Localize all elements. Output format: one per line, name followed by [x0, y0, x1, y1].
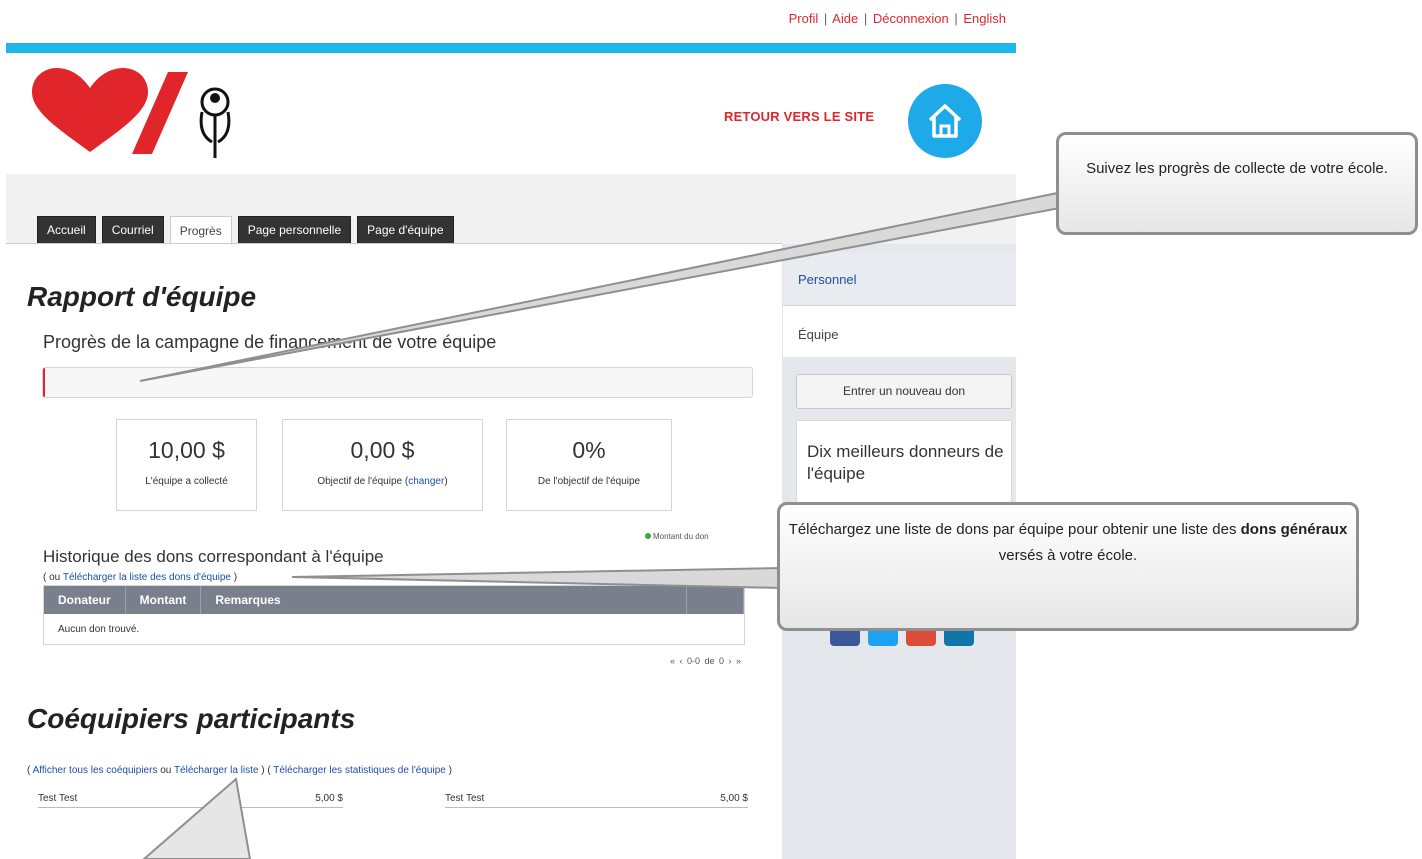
- member-name: Test Test: [445, 793, 485, 804]
- tab-courriel[interactable]: Courriel: [101, 216, 164, 243]
- download-team-donations-link[interactable]: Télécharger la liste des dons d'équipe: [63, 572, 231, 583]
- chart-legend: Montant du don: [645, 532, 709, 541]
- help-link[interactable]: Aide: [832, 11, 858, 26]
- column-header-extra: [687, 586, 744, 614]
- heart-icon: [32, 68, 148, 152]
- callout-text: Suivez les progrès de collecte de votre …: [1086, 160, 1388, 177]
- home-button[interactable]: [908, 84, 982, 158]
- new-donation-button[interactable]: Entrer un nouveau don: [796, 374, 1012, 409]
- list-item[interactable]: Test Test 5,00 $: [38, 793, 343, 808]
- list-item[interactable]: Test Test 5,00 $: [445, 793, 748, 808]
- home-icon: [928, 104, 962, 138]
- stat-value: 0%: [572, 437, 606, 463]
- change-goal-link[interactable]: changer: [408, 476, 444, 487]
- pagination[interactable]: « ‹ 0-0 de 0 › »: [670, 656, 741, 666]
- top-donors-panel: Dix meilleurs donneurs de l'équipe: [796, 420, 1012, 510]
- separator: |: [954, 11, 958, 26]
- show-all-teammates-link[interactable]: Afficher tous les coéquipiers: [33, 765, 158, 776]
- progress-fill: [43, 368, 46, 397]
- sidebar-item-personnel[interactable]: Personnel: [783, 252, 1016, 306]
- stat-percent: 0% De l'objectif de l'équipe: [506, 419, 672, 511]
- stat-label: Objectif de l'équipe (changer): [317, 476, 448, 487]
- column-header-remarques[interactable]: Remarques: [201, 586, 687, 614]
- stat-value: 10,00 $: [148, 437, 225, 463]
- column-header-donateur[interactable]: Donateur: [44, 586, 126, 614]
- member-name: Test Test: [38, 793, 78, 804]
- table-row: Aucun don trouvé.: [58, 624, 140, 635]
- campaign-progress-heading: Progrès de la campagne de financement de…: [43, 332, 497, 352]
- tab-page-equipe[interactable]: Page d'équipe: [357, 216, 454, 243]
- member-amount: 5,00 $: [315, 793, 343, 804]
- stat-label: L'équipe a collecté: [145, 476, 228, 487]
- donation-history-links: ( ou Télécharger la liste des dons d'équ…: [43, 572, 238, 583]
- legend-dot-icon: [645, 533, 651, 539]
- tab-page-personnelle[interactable]: Page personnelle: [237, 216, 352, 243]
- logout-link[interactable]: Déconnexion: [873, 11, 949, 26]
- stat-label: De l'objectif de l'équipe: [537, 476, 641, 487]
- english-link[interactable]: English: [963, 11, 1006, 26]
- tab-divider: [6, 243, 782, 244]
- separator: |: [823, 11, 828, 26]
- sidebar-item-label: Personnel: [798, 272, 857, 287]
- callout-bold-text: dons généraux: [1240, 521, 1348, 538]
- table-header: Donateur Montant Remarques: [44, 586, 744, 614]
- download-list-link[interactable]: Télécharger la liste: [174, 765, 258, 776]
- donation-history-title: Historique des dons correspondant à l'éq…: [43, 547, 384, 566]
- heart-and-stroke-logo[interactable]: [30, 68, 240, 165]
- top-donors-title: Dix meilleurs donneurs de l'équipe: [807, 442, 1004, 483]
- callout-download-donations: Téléchargez une liste de dons par équipe…: [777, 502, 1359, 631]
- top-links: Profil | Aide | Déconnexion | English: [680, 11, 1006, 26]
- tab-progres[interactable]: Progrès: [169, 216, 232, 245]
- download-team-stats-link[interactable]: Télécharger les statistiques de l'équipe: [273, 765, 446, 776]
- sidebar-item-equipe[interactable]: Équipe: [783, 306, 1016, 357]
- header-blue-bar: [6, 43, 1016, 53]
- sidebar-item-label: Équipe: [798, 327, 839, 342]
- teammates-links: ( Afficher tous les coéquipiers ou Téléc…: [27, 765, 452, 776]
- page-title: Rapport d'équipe: [27, 281, 257, 312]
- team-progress-bar: [42, 367, 753, 398]
- back-to-site-link[interactable]: RETOUR VERS LE SITE: [724, 109, 874, 124]
- column-header-montant[interactable]: Montant: [126, 586, 202, 614]
- stat-goal: 0,00 $ Objectif de l'équipe (changer): [282, 419, 483, 511]
- member-amount: 5,00 $: [720, 793, 748, 804]
- tab-bar: Accueil Courriel Progrès Page personnell…: [37, 216, 454, 245]
- profile-link[interactable]: Profil: [789, 11, 819, 26]
- callout-progress: Suivez les progrès de collecte de votre …: [1056, 132, 1418, 235]
- stat-value: 0,00 $: [350, 437, 415, 463]
- separator: |: [863, 11, 868, 26]
- teammates-title: Coéquipiers participants: [27, 703, 356, 734]
- stat-collected: 10,00 $ L'équipe a collecté: [116, 419, 257, 511]
- tab-accueil[interactable]: Accueil: [37, 216, 96, 243]
- callout-pointer-download: [142, 777, 252, 859]
- donations-table: Donateur Montant Remarques Aucun don tro…: [43, 585, 745, 645]
